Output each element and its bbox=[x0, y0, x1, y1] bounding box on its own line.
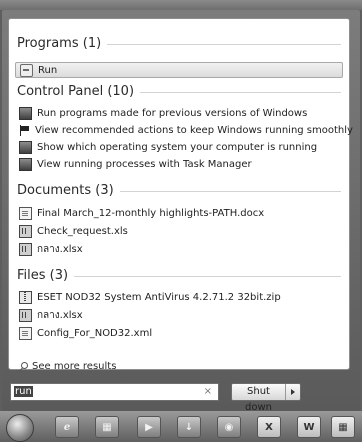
explorer-icon[interactable]: ▦ bbox=[95, 416, 119, 438]
documents-section-header[interactable]: Documents (3) bbox=[17, 181, 341, 199]
program-item-label: Run bbox=[38, 64, 58, 76]
control-panel-icon bbox=[19, 107, 32, 120]
zip-icon bbox=[19, 291, 32, 304]
search-input-value: run bbox=[14, 386, 33, 397]
word-taskbar-icon[interactable]: W bbox=[297, 416, 321, 438]
search-results-panel: Programs (1) Run Control Panel (10) Run … bbox=[8, 18, 353, 372]
search-input[interactable]: run × bbox=[10, 383, 219, 401]
app-icon[interactable]: ◉ bbox=[217, 416, 241, 438]
control-panel-item-label: View recommended actions to keep Windows… bbox=[35, 125, 353, 136]
control-panel-item[interactable]: Show which operating system your compute… bbox=[19, 140, 317, 155]
ie-icon[interactable]: e bbox=[55, 416, 79, 438]
section-divider bbox=[140, 91, 341, 93]
start-orb-icon[interactable] bbox=[6, 414, 34, 442]
file-item[interactable]: Config_For_NOD32.xml bbox=[19, 326, 152, 341]
control-panel-section-header[interactable]: Control Panel (10) bbox=[17, 82, 341, 100]
excel-icon bbox=[19, 225, 32, 238]
section-divider bbox=[119, 190, 341, 192]
xml-file-icon bbox=[19, 327, 32, 340]
control-panel-item-label: Run programs made for previous versions … bbox=[37, 108, 308, 119]
shut-down-label: Shut down bbox=[245, 386, 272, 413]
section-divider bbox=[107, 43, 341, 45]
shut-down-options-arrow-icon[interactable] bbox=[285, 384, 300, 400]
file-item[interactable]: กลาง.xlsx bbox=[19, 308, 83, 323]
file-item[interactable]: ESET NOD32 System AntiVirus 4.2.71.2 32b… bbox=[19, 290, 281, 305]
document-item[interactable]: Check_request.xls bbox=[19, 224, 128, 239]
control-panel-item[interactable]: Run programs made for previous versions … bbox=[19, 106, 307, 121]
calculator-icon[interactable]: ▦ bbox=[331, 416, 355, 438]
document-item-label: Check_request.xls bbox=[37, 226, 128, 237]
start-menu-footer: run × Shut down bbox=[2, 370, 360, 413]
document-item[interactable]: กลาง.xlsx bbox=[19, 242, 83, 257]
excel-taskbar-icon[interactable]: X bbox=[257, 416, 281, 438]
control-panel-icon bbox=[19, 141, 32, 154]
window-title-strip bbox=[0, 0, 362, 10]
programs-header-label: Programs (1) bbox=[17, 35, 102, 51]
control-panel-item-label: View running processes with Task Manager bbox=[37, 159, 252, 170]
program-item-run[interactable]: Run bbox=[15, 62, 343, 78]
section-divider bbox=[74, 275, 341, 277]
excel-icon bbox=[19, 243, 32, 256]
run-icon bbox=[20, 63, 33, 77]
file-item-label: ESET NOD32 System AntiVirus 4.2.71.2 32b… bbox=[37, 292, 281, 303]
shut-down-button[interactable]: Shut down bbox=[231, 383, 301, 413]
control-panel-item[interactable]: View recommended actions to keep Windows… bbox=[19, 123, 353, 138]
control-panel-header-label: Control Panel (10) bbox=[17, 83, 135, 99]
control-panel-item-label: Show which operating system your compute… bbox=[37, 142, 318, 153]
taskbar: e ▦ ▶ ↓ ◉ X W ▦ bbox=[0, 411, 362, 442]
document-item-label: กลาง.xlsx bbox=[37, 244, 83, 255]
programs-section-header[interactable]: Programs (1) bbox=[17, 34, 341, 52]
start-menu: Programs (1) Run Control Panel (10) Run … bbox=[2, 10, 360, 413]
document-item-label: Final March_12-monthly highlights-PATH.d… bbox=[37, 208, 265, 219]
word-doc-icon bbox=[19, 207, 32, 220]
document-item[interactable]: Final March_12-monthly highlights-PATH.d… bbox=[19, 206, 264, 221]
flag-icon bbox=[19, 125, 30, 136]
files-header-label: Files (3) bbox=[17, 267, 69, 283]
clear-search-icon[interactable]: × bbox=[204, 386, 212, 397]
file-item-label: Config_For_NOD32.xml bbox=[37, 328, 153, 339]
file-item-label: กลาง.xlsx bbox=[37, 310, 83, 321]
control-panel-item[interactable]: View running processes with Task Manager bbox=[19, 157, 252, 172]
documents-header-label: Documents (3) bbox=[17, 182, 114, 198]
download-icon[interactable]: ↓ bbox=[177, 416, 201, 438]
files-section-header[interactable]: Files (3) bbox=[17, 266, 341, 284]
excel-icon bbox=[19, 309, 32, 322]
media-player-icon[interactable]: ▶ bbox=[137, 416, 161, 438]
control-panel-icon bbox=[19, 158, 32, 171]
